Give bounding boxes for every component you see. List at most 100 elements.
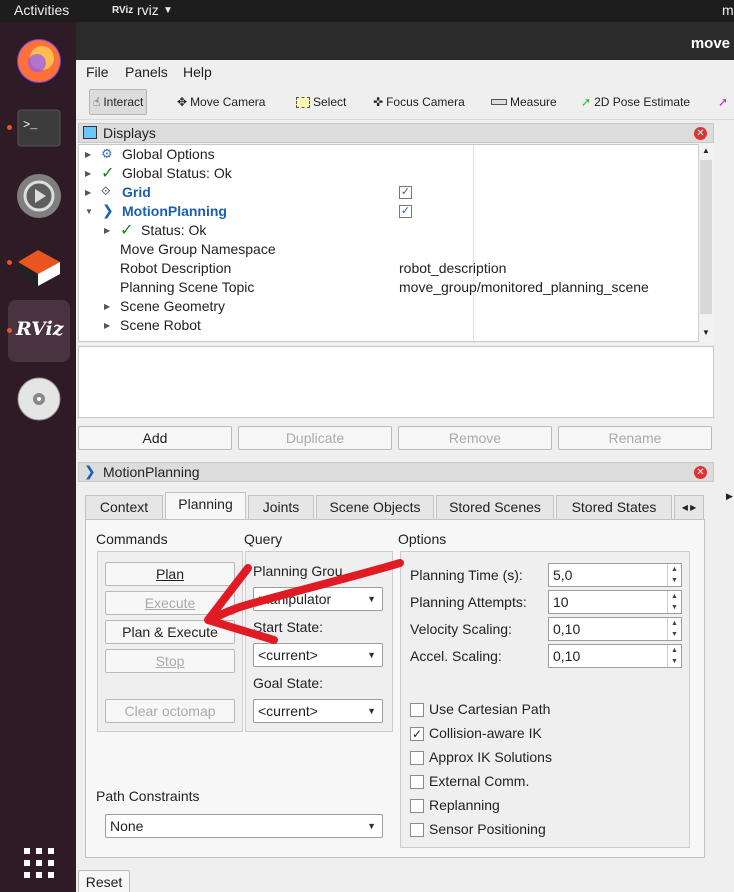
- system-top-bar: Activities RViz rviz ▼ m: [0, 0, 734, 22]
- commands-label: Commands: [96, 531, 168, 547]
- execute-button[interactable]: Execute: [105, 591, 235, 615]
- tab-stored-states[interactable]: Stored States: [556, 495, 672, 520]
- collision-aware-ik-label: Collision-aware IK: [429, 725, 542, 741]
- stop-button[interactable]: Stop: [105, 649, 235, 673]
- measure-tool-button[interactable]: Measure: [491, 91, 557, 113]
- planning-group-label: Planning Grou: [253, 563, 343, 579]
- expand-arrow-icon[interactable]: ▶: [85, 150, 91, 159]
- tree-row-move-group-namespace[interactable]: Move Group Namespace: [79, 240, 699, 259]
- rename-button[interactable]: Rename: [558, 426, 712, 450]
- select-rect-icon: [296, 96, 310, 108]
- tree-row-global-status[interactable]: ▶ ✓ Global Status: Ok: [79, 164, 699, 183]
- tree-row-grid[interactable]: ▶ ⟐ Grid ✓: [79, 183, 699, 202]
- displays-tree: ▶ ⚙ Global Options ▶ ✓ Global Status: Ok…: [78, 144, 714, 342]
- tree-row-motionplanning[interactable]: ▼ ❯ MotionPlanning ✓: [79, 202, 699, 221]
- planning-attempts-label: Planning Attempts:: [410, 594, 527, 610]
- add-button[interactable]: Add: [78, 426, 232, 450]
- motionplanning-icon: ❯: [84, 463, 96, 479]
- spin-arrows-icon[interactable]: ▲ ▼: [667, 645, 681, 667]
- plan-button[interactable]: Plan: [105, 562, 235, 586]
- reset-button[interactable]: Reset: [78, 870, 130, 892]
- spin-arrows-icon[interactable]: ▲ ▼: [667, 564, 681, 586]
- planning-group-select[interactable]: manipulator ▼: [253, 587, 383, 611]
- grid-enabled-checkbox[interactable]: ✓: [399, 186, 412, 199]
- velocity-scaling-spinbox[interactable]: 0,10 ▲ ▼: [548, 617, 682, 641]
- accel-scaling-spinbox[interactable]: 0,10 ▲ ▼: [548, 644, 682, 668]
- tab-scroll-arrows[interactable]: ◀ ▶: [674, 495, 704, 520]
- terminal-icon[interactable]: >_: [8, 98, 70, 160]
- settings-icon[interactable]: [8, 165, 70, 227]
- scroll-down-icon[interactable]: ▼: [702, 328, 710, 337]
- checkmark-icon: ✓: [120, 222, 134, 239]
- tree-row-status[interactable]: ▶ ✓ Status: Ok: [79, 221, 699, 240]
- tab-stored-scenes[interactable]: Stored Scenes: [436, 495, 554, 520]
- disc-icon[interactable]: [8, 368, 70, 430]
- pose-estimate-tool-button[interactable]: ➚ 2D Pose Estimate: [581, 91, 690, 113]
- software-icon[interactable]: [8, 234, 70, 296]
- scroll-up-icon[interactable]: ▲: [702, 146, 710, 155]
- plan-and-execute-button[interactable]: Plan & Execute: [105, 620, 235, 644]
- rviz-icon[interactable]: RViz: [8, 300, 70, 362]
- ruler-icon: [491, 99, 507, 105]
- chevron-right-icon[interactable]: ▶: [726, 491, 733, 502]
- tree-row-scene-geometry[interactable]: ▶ Scene Geometry: [79, 297, 699, 316]
- tree-row-planning-scene-topic[interactable]: Planning Scene Topic move_group/monitore…: [79, 278, 699, 297]
- running-indicator: [7, 260, 12, 265]
- approx-ik-checkbox[interactable]: [410, 751, 424, 765]
- expand-arrow-icon[interactable]: ▶: [104, 321, 110, 330]
- remove-button[interactable]: Remove: [398, 426, 552, 450]
- close-icon[interactable]: ✕: [694, 466, 707, 479]
- sensor-positioning-checkbox[interactable]: [410, 823, 424, 837]
- duplicate-button[interactable]: Duplicate: [238, 426, 392, 450]
- scrollbar-thumb[interactable]: [700, 160, 712, 314]
- expand-arrow-icon[interactable]: ▶: [85, 169, 91, 178]
- collision-aware-ik-checkbox[interactable]: ✓: [410, 727, 424, 741]
- replanning-checkbox[interactable]: [410, 799, 424, 813]
- move-camera-tool-button[interactable]: ✥ Move Camera: [177, 91, 265, 113]
- clock[interactable]: m: [722, 2, 734, 18]
- expand-arrow-icon[interactable]: ▶: [104, 226, 110, 235]
- motionplanning-enabled-checkbox[interactable]: ✓: [399, 205, 412, 218]
- use-cartesian-path-checkbox[interactable]: [410, 703, 424, 717]
- checkmark-icon: ✓: [101, 165, 115, 182]
- menu-help[interactable]: Help: [183, 64, 212, 80]
- activities-button[interactable]: Activities: [14, 2, 69, 18]
- interact-tool-button[interactable]: ☝ Interact: [89, 89, 148, 115]
- tab-scene-objects[interactable]: Scene Objects: [316, 495, 434, 520]
- goal-state-label: Goal State:: [253, 675, 324, 691]
- close-icon[interactable]: ✕: [694, 127, 707, 140]
- tree-scrollbar[interactable]: ▲ ▼: [698, 144, 714, 342]
- spin-arrows-icon[interactable]: ▲ ▼: [667, 591, 681, 613]
- nav-goal-arrow-icon[interactable]: ➚: [718, 91, 728, 113]
- expand-arrow-icon[interactable]: ▶: [104, 302, 110, 311]
- focus-camera-tool-button[interactable]: ✜ Focus Camera: [373, 91, 465, 113]
- menu-file[interactable]: File: [86, 64, 109, 80]
- tree-row-scene-robot[interactable]: ▶ Scene Robot: [79, 316, 699, 335]
- menu-panels[interactable]: Panels: [125, 64, 168, 80]
- tab-context[interactable]: Context: [85, 495, 163, 520]
- monitor-icon: [83, 126, 97, 139]
- select-tool-button[interactable]: Select: [296, 91, 346, 113]
- spin-arrows-icon[interactable]: ▲ ▼: [667, 618, 681, 640]
- goal-state-select[interactable]: <current> ▼: [253, 699, 383, 723]
- external-comm-label: External Comm.: [429, 773, 530, 789]
- tab-planning[interactable]: Planning: [165, 492, 246, 520]
- planning-attempts-spinbox[interactable]: 10 ▲ ▼: [548, 590, 682, 614]
- tree-row-robot-description[interactable]: Robot Description robot_description: [79, 259, 699, 278]
- motionplanning-panel-header: ❯ MotionPlanning ✕: [78, 462, 714, 482]
- clear-octomap-button[interactable]: Clear octomap: [105, 699, 235, 723]
- firefox-icon[interactable]: [8, 30, 70, 92]
- app-grid-icon[interactable]: [8, 840, 70, 892]
- tab-joints[interactable]: Joints: [248, 495, 314, 520]
- external-comm-checkbox[interactable]: [410, 775, 424, 789]
- collapse-arrow-icon[interactable]: ▼: [85, 207, 93, 216]
- chevron-down-icon[interactable]: ▼: [163, 5, 173, 16]
- window-title-bar[interactable]: move: [76, 22, 734, 60]
- planning-time-spinbox[interactable]: 5,0 ▲ ▼: [548, 563, 682, 587]
- app-menu-name[interactable]: rviz: [137, 2, 159, 18]
- start-state-select[interactable]: <current> ▼: [253, 643, 383, 667]
- path-constraints-select[interactable]: None ▼: [105, 814, 383, 838]
- tree-row-global-options[interactable]: ▶ ⚙ Global Options: [79, 145, 699, 164]
- hand-pointer-icon: ☝: [93, 95, 101, 109]
- expand-arrow-icon[interactable]: ▶: [85, 188, 91, 197]
